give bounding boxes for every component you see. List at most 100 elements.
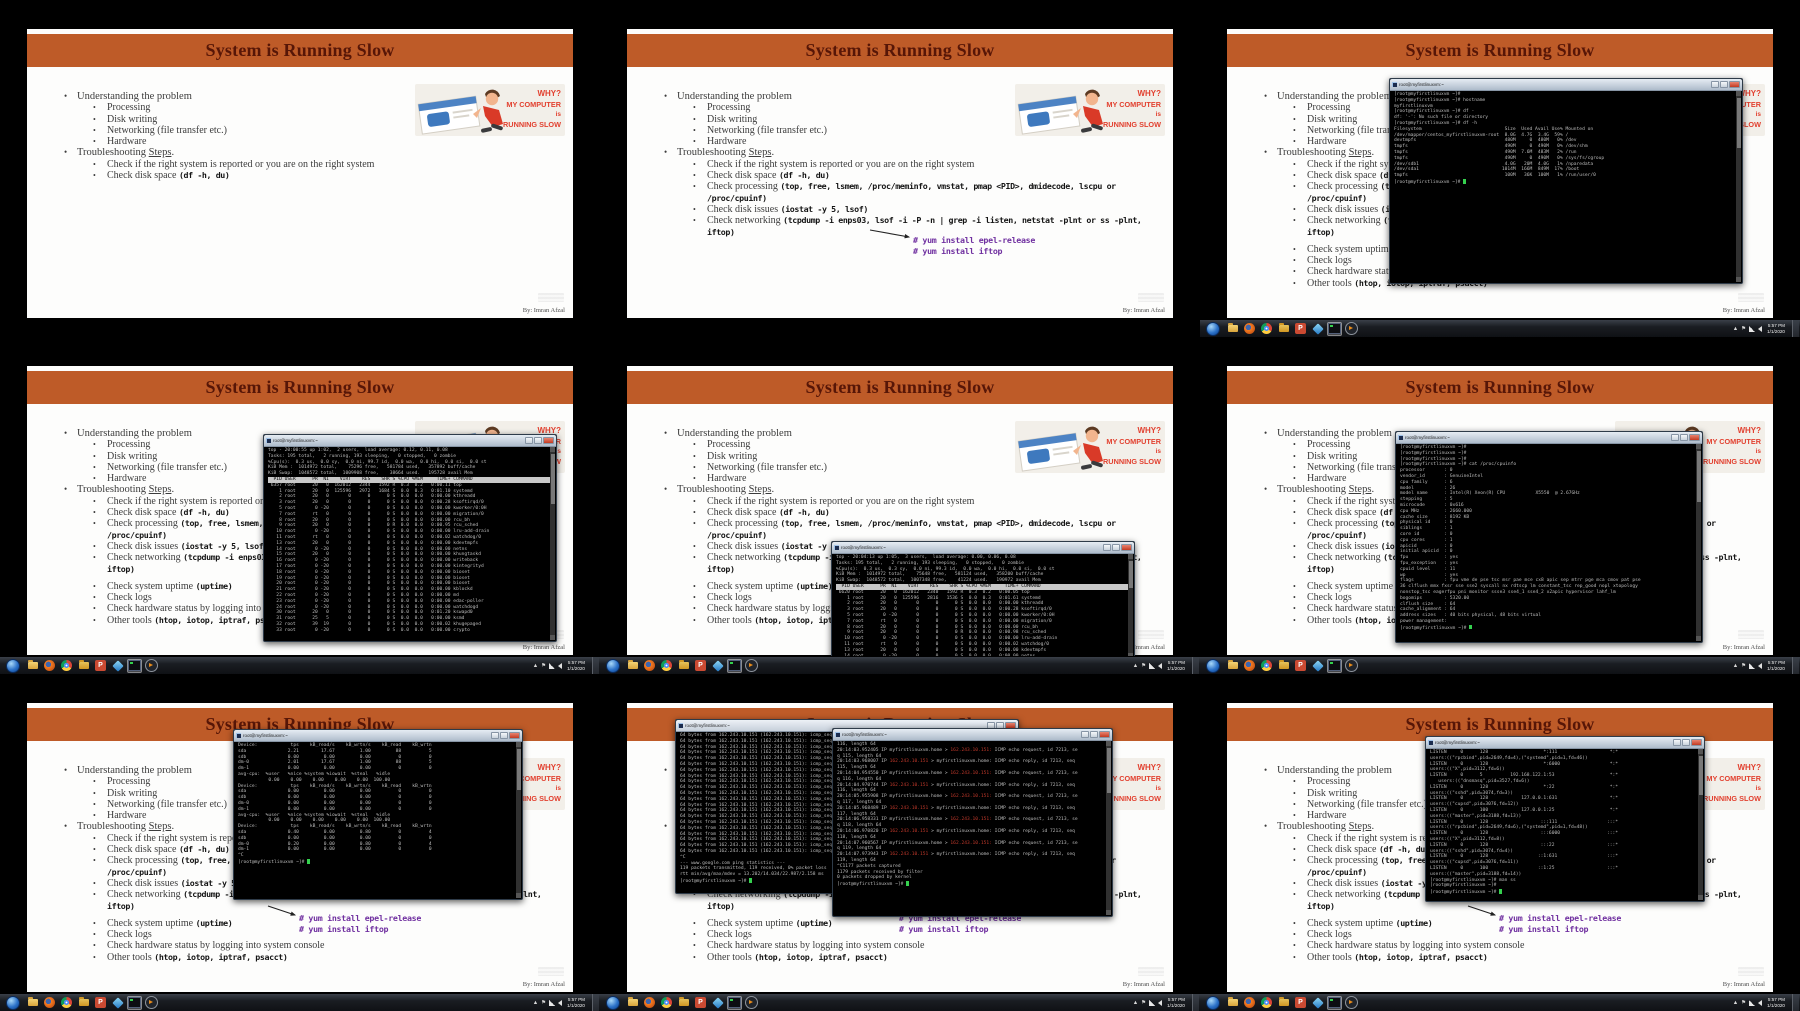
gem-app-icon[interactable]: [110, 659, 125, 673]
hidden-icons-arrow[interactable]: ▲: [533, 657, 538, 675]
volume-icon[interactable]: [1158, 999, 1163, 1006]
close-button[interactable]: [1099, 731, 1110, 738]
firefox-icon[interactable]: [42, 996, 57, 1010]
close-button[interactable]: [1729, 81, 1740, 88]
scrollbar-thumb[interactable]: [1696, 451, 1701, 503]
volume-icon[interactable]: [1758, 662, 1763, 669]
volume-icon[interactable]: [1758, 325, 1763, 332]
powerpoint-icon[interactable]: P: [1293, 659, 1308, 673]
folder-icon[interactable]: [1276, 322, 1291, 336]
scrollbar-thumb[interactable]: [1698, 756, 1703, 796]
explorer-icon[interactable]: [625, 996, 640, 1010]
maximize-button[interactable]: [1112, 544, 1120, 551]
terminal-scrollbar[interactable]: [1106, 741, 1111, 915]
network-icon[interactable]: [1149, 999, 1156, 1006]
terminal-scrollbar[interactable]: [1696, 444, 1701, 641]
action-center-flag-icon[interactable]: ⚑: [1141, 657, 1146, 675]
show-desktop-button[interactable]: [592, 993, 599, 1011]
powerpoint-icon[interactable]: P: [93, 659, 108, 673]
close-button[interactable]: [509, 732, 520, 739]
media-player-icon[interactable]: [1344, 322, 1359, 336]
minimize-button[interactable]: [1711, 81, 1719, 88]
taskbar-clock[interactable]: 5:57 PM 1/1/2020: [567, 660, 585, 671]
terminal-titlebar[interactable]: root@myfirstlinuxvm:~: [833, 729, 1112, 741]
start-button[interactable]: [6, 995, 20, 1010]
action-center-flag-icon[interactable]: ⚑: [1741, 657, 1746, 675]
putty-terminal-icon[interactable]: [1327, 658, 1342, 673]
scrollbar-thumb[interactable]: [516, 749, 521, 790]
start-button[interactable]: [6, 658, 20, 673]
start-button[interactable]: [606, 995, 620, 1010]
terminal-body[interactable]: 116, length 64 20:14:03.952405 IP myfirst…: [834, 741, 1106, 915]
terminal-body[interactable]: Device: tps kB_read/s kB_wrtn/s kB_read …: [235, 742, 516, 898]
terminal-titlebar[interactable]: root@myfirstlinuxvm:~: [264, 435, 556, 447]
hidden-icons-arrow[interactable]: ▲: [533, 994, 538, 1011]
taskbar-clock[interactable]: 5:57 PM 1/1/2020: [1767, 323, 1785, 334]
chrome-icon[interactable]: [1259, 322, 1274, 336]
chrome-icon[interactable]: [659, 659, 674, 673]
network-icon[interactable]: [1749, 662, 1756, 669]
chrome-icon[interactable]: [1259, 659, 1274, 673]
folder-icon[interactable]: [1276, 659, 1291, 673]
scrollbar-thumb[interactable]: [1128, 561, 1133, 589]
terminal-titlebar[interactable]: root@myfirstlinuxvm:~: [1426, 737, 1704, 749]
taskbar-clock[interactable]: 5:57 PM 1/1/2020: [567, 997, 585, 1008]
start-button[interactable]: [1206, 995, 1220, 1010]
network-icon[interactable]: [549, 999, 556, 1006]
taskbar-clock[interactable]: 5:57 PM 1/1/2020: [1167, 997, 1185, 1008]
terminal-titlebar[interactable]: root@myfirstlinuxvm:~: [832, 542, 1134, 554]
close-button[interactable]: [1691, 739, 1702, 746]
gem-app-icon[interactable]: [1310, 996, 1325, 1010]
network-icon[interactable]: [549, 662, 556, 669]
firefox-icon[interactable]: [642, 996, 657, 1010]
start-button[interactable]: [1206, 321, 1220, 336]
scrollbar-thumb[interactable]: [1106, 748, 1111, 794]
powerpoint-icon[interactable]: P: [693, 996, 708, 1010]
terminal-titlebar[interactable]: root@myfirstlinuxvm:~: [1396, 432, 1702, 444]
media-player-icon[interactable]: [144, 996, 159, 1010]
gem-app-icon[interactable]: [110, 996, 125, 1010]
chrome-icon[interactable]: [59, 659, 74, 673]
gem-app-icon[interactable]: [710, 996, 725, 1010]
hidden-icons-arrow[interactable]: ▲: [1133, 994, 1138, 1011]
scrollbar-thumb[interactable]: [1736, 98, 1741, 148]
minimize-button[interactable]: [491, 732, 499, 739]
putty-terminal-icon[interactable]: [127, 995, 142, 1010]
taskbar-clock[interactable]: 5:57 PM 1/1/2020: [1167, 660, 1185, 671]
volume-icon[interactable]: [558, 999, 563, 1006]
powerpoint-icon[interactable]: P: [1293, 996, 1308, 1010]
hidden-icons-arrow[interactable]: ▲: [1133, 657, 1138, 675]
terminal-body[interactable]: LISTEN 0 128 *:111 *:* users:(("rpcbind",…: [1427, 749, 1698, 900]
show-desktop-button[interactable]: [1792, 319, 1799, 337]
firefox-icon[interactable]: [1242, 996, 1257, 1010]
close-button[interactable]: [1689, 434, 1700, 441]
maximize-button[interactable]: [534, 437, 542, 444]
firefox-icon[interactable]: [42, 659, 57, 673]
folder-icon[interactable]: [76, 659, 91, 673]
maximize-button[interactable]: [1682, 739, 1690, 746]
start-button[interactable]: [1206, 658, 1220, 673]
media-player-icon[interactable]: [144, 659, 159, 673]
action-center-flag-icon[interactable]: ⚑: [1141, 994, 1146, 1011]
taskbar-clock[interactable]: 5:57 PM 1/1/2020: [1767, 660, 1785, 671]
network-icon[interactable]: [1149, 662, 1156, 669]
show-desktop-button[interactable]: [1192, 656, 1199, 674]
terminal-scrollbar[interactable]: [550, 447, 555, 640]
show-desktop-button[interactable]: [1792, 993, 1799, 1011]
volume-icon[interactable]: [1758, 999, 1763, 1006]
powerpoint-icon[interactable]: P: [693, 659, 708, 673]
action-center-flag-icon[interactable]: ⚑: [541, 657, 546, 675]
chrome-icon[interactable]: [1259, 996, 1274, 1010]
putty-terminal-icon[interactable]: [1327, 995, 1342, 1010]
volume-icon[interactable]: [558, 662, 563, 669]
maximize-button[interactable]: [1680, 434, 1688, 441]
close-button[interactable]: [543, 437, 554, 444]
firefox-icon[interactable]: [1242, 659, 1257, 673]
terminal-scrollbar[interactable]: [516, 742, 521, 898]
media-player-icon[interactable]: [744, 996, 759, 1010]
folder-icon[interactable]: [76, 996, 91, 1010]
hidden-icons-arrow[interactable]: ▲: [1733, 657, 1738, 675]
putty-terminal-icon[interactable]: [727, 658, 742, 673]
maximize-button[interactable]: [1720, 81, 1728, 88]
explorer-icon[interactable]: [1225, 659, 1240, 673]
